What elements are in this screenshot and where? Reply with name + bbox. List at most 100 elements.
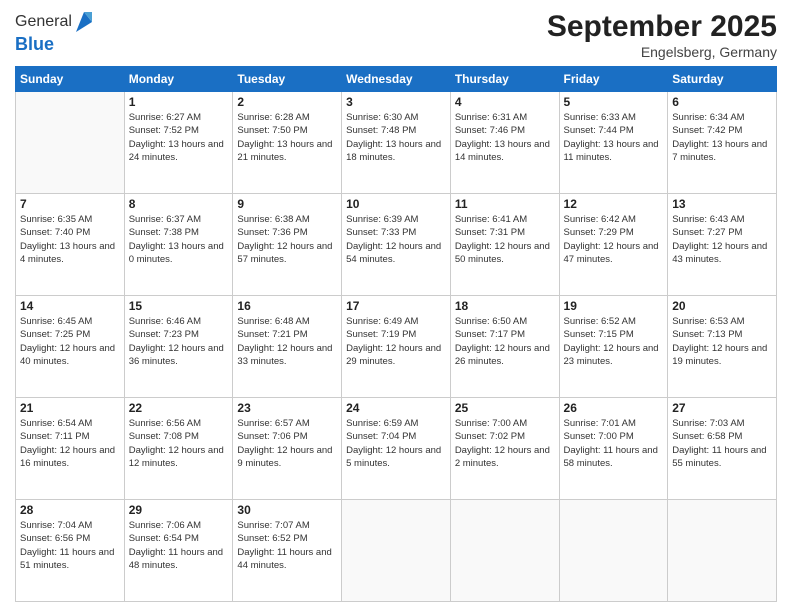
table-row: 9Sunrise: 6:38 AMSunset: 7:36 PMDaylight…	[233, 194, 342, 296]
logo-icon	[74, 10, 94, 34]
day-info: Sunrise: 6:35 AMSunset: 7:40 PMDaylight:…	[20, 213, 120, 266]
day-info: Sunrise: 6:54 AMSunset: 7:11 PMDaylight:…	[20, 417, 120, 470]
table-row	[342, 500, 451, 602]
day-info: Sunrise: 6:33 AMSunset: 7:44 PMDaylight:…	[564, 111, 664, 164]
table-row: 3 Sunrise: 6:30 AMSunset: 7:48 PMDaylight…	[342, 92, 451, 194]
day-number: 25	[455, 401, 555, 415]
day-number: 14	[20, 299, 120, 313]
table-row: 16 Sunrise: 6:48 AMSunset: 7:21 PMDayligh…	[233, 296, 342, 398]
day-number: 3	[346, 95, 446, 109]
col-sunday: Sunday	[16, 67, 125, 92]
day-info: Sunrise: 6:53 AMSunset: 7:13 PMDaylight:…	[672, 315, 772, 368]
table-row: 5 Sunrise: 6:33 AMSunset: 7:44 PMDaylight…	[559, 92, 668, 194]
day-info: Sunrise: 6:41 AMSunset: 7:31 PMDaylight:…	[455, 213, 555, 266]
day-number: 10	[346, 197, 446, 211]
day-info: Sunrise: 6:34 AMSunset: 7:42 PMDaylight:…	[672, 111, 772, 164]
day-info: Sunrise: 6:56 AMSunset: 7:08 PMDaylight:…	[129, 417, 229, 470]
table-row: 11 Sunrise: 6:41 AMSunset: 7:31 PMDayligh…	[450, 194, 559, 296]
day-info: Sunrise: 7:07 AMSunset: 6:52 PMDaylight:…	[237, 519, 337, 572]
logo-general-text: General	[15, 13, 72, 31]
day-number: 17	[346, 299, 446, 313]
day-number: 9	[237, 197, 337, 211]
day-number: 1	[129, 95, 229, 109]
table-row: 28 Sunrise: 7:04 AMSunset: 6:56 PMDayligh…	[16, 500, 125, 602]
day-info: Sunrise: 6:48 AMSunset: 7:21 PMDaylight:…	[237, 315, 337, 368]
day-number: 27	[672, 401, 772, 415]
table-row	[559, 500, 668, 602]
table-row: 4Sunrise: 6:31 AMSunset: 7:46 PMDaylight…	[450, 92, 559, 194]
day-number: 2	[237, 95, 337, 109]
table-row: 10Sunrise: 6:39 AMSunset: 7:33 PMDayligh…	[342, 194, 451, 296]
day-number: 28	[20, 503, 120, 517]
table-row	[450, 500, 559, 602]
table-row: 24 Sunrise: 6:59 AMSunset: 7:04 PMDayligh…	[342, 398, 451, 500]
day-info: Sunrise: 6:27 AMSunset: 7:52 PMDaylight:…	[129, 111, 229, 164]
day-number: 21	[20, 401, 120, 415]
day-info: Sunrise: 7:01 AMSunset: 7:00 PMDaylight:…	[564, 417, 664, 470]
day-info: Sunrise: 6:59 AMSunset: 7:04 PMDaylight:…	[346, 417, 446, 470]
col-monday: Monday	[124, 67, 233, 92]
day-number: 11	[455, 197, 555, 211]
day-number: 23	[237, 401, 337, 415]
table-row: 22 Sunrise: 6:56 AMSunset: 7:08 PMDayligh…	[124, 398, 233, 500]
month-title: September 2025	[547, 10, 777, 44]
col-saturday: Saturday	[668, 67, 777, 92]
day-info: Sunrise: 7:03 AMSunset: 6:58 PMDaylight:…	[672, 417, 772, 470]
day-info: Sunrise: 7:00 AMSunset: 7:02 PMDaylight:…	[455, 417, 555, 470]
day-number: 16	[237, 299, 337, 313]
day-info: Sunrise: 6:46 AMSunset: 7:23 PMDaylight:…	[129, 315, 229, 368]
day-number: 8	[129, 197, 229, 211]
table-row: 26Sunrise: 7:01 AMSunset: 7:00 PMDayligh…	[559, 398, 668, 500]
logo: General Blue	[15, 10, 94, 55]
day-number: 29	[129, 503, 229, 517]
calendar-week-row: 21 Sunrise: 6:54 AMSunset: 7:11 PMDayligh…	[16, 398, 777, 500]
day-number: 22	[129, 401, 229, 415]
day-info: Sunrise: 6:37 AMSunset: 7:38 PMDaylight:…	[129, 213, 229, 266]
col-tuesday: Tuesday	[233, 67, 342, 92]
table-row	[668, 500, 777, 602]
day-info: Sunrise: 6:31 AMSunset: 7:46 PMDaylight:…	[455, 111, 555, 164]
location: Engelsberg, Germany	[547, 44, 777, 60]
day-number: 24	[346, 401, 446, 415]
day-info: Sunrise: 6:43 AMSunset: 7:27 PMDaylight:…	[672, 213, 772, 266]
day-info: Sunrise: 6:30 AMSunset: 7:48 PMDaylight:…	[346, 111, 446, 164]
table-row: 21 Sunrise: 6:54 AMSunset: 7:11 PMDayligh…	[16, 398, 125, 500]
day-number: 30	[237, 503, 337, 517]
table-row: 2 Sunrise: 6:28 AMSunset: 7:50 PMDaylight…	[233, 92, 342, 194]
table-row: 25 Sunrise: 7:00 AMSunset: 7:02 PMDayligh…	[450, 398, 559, 500]
table-row: 30 Sunrise: 7:07 AMSunset: 6:52 PMDayligh…	[233, 500, 342, 602]
title-block: September 2025 Engelsberg, Germany	[547, 10, 777, 60]
day-info: Sunrise: 6:49 AMSunset: 7:19 PMDaylight:…	[346, 315, 446, 368]
table-row: 29 Sunrise: 7:06 AMSunset: 6:54 PMDayligh…	[124, 500, 233, 602]
day-info: Sunrise: 7:06 AMSunset: 6:54 PMDaylight:…	[129, 519, 229, 572]
table-row: 23 Sunrise: 6:57 AMSunset: 7:06 PMDayligh…	[233, 398, 342, 500]
table-row: 6Sunrise: 6:34 AMSunset: 7:42 PMDaylight…	[668, 92, 777, 194]
table-row: 1 Sunrise: 6:27 AMSunset: 7:52 PMDaylight…	[124, 92, 233, 194]
day-info: Sunrise: 6:50 AMSunset: 7:17 PMDaylight:…	[455, 315, 555, 368]
calendar-header-row: Sunday Monday Tuesday Wednesday Thursday…	[16, 67, 777, 92]
table-row: 15Sunrise: 6:46 AMSunset: 7:23 PMDayligh…	[124, 296, 233, 398]
calendar-week-row: 28 Sunrise: 7:04 AMSunset: 6:56 PMDayligh…	[16, 500, 777, 602]
col-wednesday: Wednesday	[342, 67, 451, 92]
day-number: 7	[20, 197, 120, 211]
day-number: 12	[564, 197, 664, 211]
day-info: Sunrise: 6:57 AMSunset: 7:06 PMDaylight:…	[237, 417, 337, 470]
table-row: 27 Sunrise: 7:03 AMSunset: 6:58 PMDayligh…	[668, 398, 777, 500]
table-row: 14 Sunrise: 6:45 AMSunset: 7:25 PMDayligh…	[16, 296, 125, 398]
day-info: Sunrise: 6:28 AMSunset: 7:50 PMDaylight:…	[237, 111, 337, 164]
day-info: Sunrise: 6:42 AMSunset: 7:29 PMDaylight:…	[564, 213, 664, 266]
table-row: 20 Sunrise: 6:53 AMSunset: 7:13 PMDayligh…	[668, 296, 777, 398]
table-row: 19Sunrise: 6:52 AMSunset: 7:15 PMDayligh…	[559, 296, 668, 398]
header: General Blue September 2025 Engelsberg, …	[15, 10, 777, 60]
table-row: 18Sunrise: 6:50 AMSunset: 7:17 PMDayligh…	[450, 296, 559, 398]
calendar-week-row: 14 Sunrise: 6:45 AMSunset: 7:25 PMDayligh…	[16, 296, 777, 398]
day-number: 20	[672, 299, 772, 313]
day-info: Sunrise: 6:45 AMSunset: 7:25 PMDaylight:…	[20, 315, 120, 368]
day-number: 19	[564, 299, 664, 313]
table-row: 7 Sunrise: 6:35 AMSunset: 7:40 PMDaylight…	[16, 194, 125, 296]
table-row: 12 Sunrise: 6:42 AMSunset: 7:29 PMDayligh…	[559, 194, 668, 296]
table-row: 13Sunrise: 6:43 AMSunset: 7:27 PMDayligh…	[668, 194, 777, 296]
day-number: 5	[564, 95, 664, 109]
day-info: Sunrise: 7:04 AMSunset: 6:56 PMDaylight:…	[20, 519, 120, 572]
table-row: 17 Sunrise: 6:49 AMSunset: 7:19 PMDayligh…	[342, 296, 451, 398]
